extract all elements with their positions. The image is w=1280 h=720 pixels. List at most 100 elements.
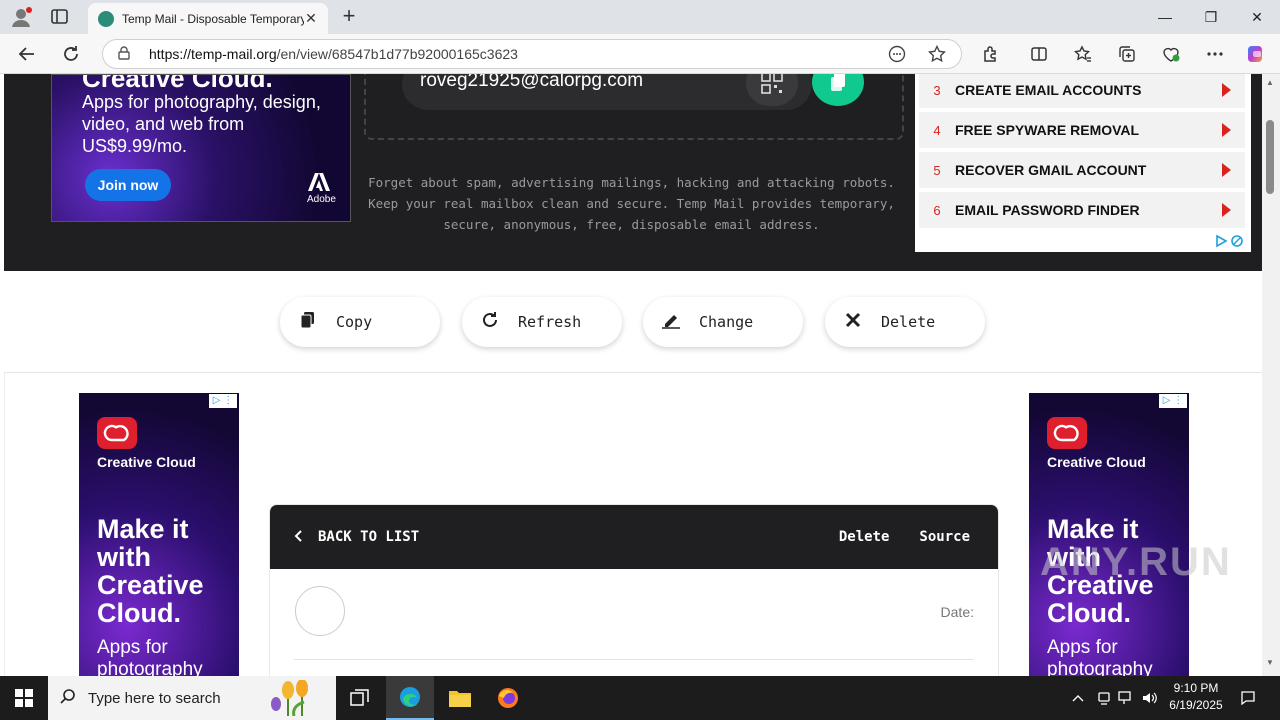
volume-icon[interactable] xyxy=(1138,676,1162,720)
left-side-ad[interactable]: ▷ ⋮ Creative Cloud Make it with Creative… xyxy=(79,393,239,676)
ad-link-item[interactable]: 3 CREATE EMAIL ACCOUNTS xyxy=(919,74,1245,108)
adobe-banner-ad[interactable]: Creative Cloud. Apps for photography, de… xyxy=(51,74,351,222)
ad-item-number: 5 xyxy=(933,162,941,178)
ad-item-label: EMAIL PASSWORD FINDER xyxy=(955,202,1140,218)
refresh-label: Refresh xyxy=(518,313,582,331)
email-address[interactable]: roveg21925@calorpg.com xyxy=(420,74,643,92)
change-button[interactable]: Change xyxy=(643,297,803,347)
tab-title: Temp Mail - Disposable Temporary Email xyxy=(122,11,304,26)
message-delete-link[interactable]: Delete xyxy=(839,529,890,545)
file-explorer-icon[interactable] xyxy=(436,676,484,720)
close-icon xyxy=(825,312,881,333)
minimize-button[interactable]: — xyxy=(1142,0,1188,34)
edge-taskbar-icon[interactable] xyxy=(386,676,434,720)
inbox-area: ▷ ⋮ Creative Cloud Make it with Creative… xyxy=(4,373,1262,676)
refresh-button[interactable]: Refresh xyxy=(462,297,622,347)
action-bar: Copy Refresh Change Delete xyxy=(4,271,1262,373)
close-window-button[interactable]: ✕ xyxy=(1234,0,1280,34)
page-scrollbar[interactable]: ▲ ▼ xyxy=(1262,74,1280,676)
arrow-right-icon xyxy=(1222,83,1231,97)
more-menu-icon[interactable] xyxy=(1200,40,1230,68)
tab-temp-mail[interactable]: Temp Mail - Disposable Temporary Email ✕ xyxy=(88,3,328,34)
clock-date: 6/19/2025 xyxy=(1169,698,1223,712)
side-ad-subtext: Apps for photography xyxy=(97,637,203,676)
site-info-icon[interactable] xyxy=(117,45,137,63)
back-icon[interactable] xyxy=(12,40,42,68)
network-icon[interactable] xyxy=(1114,676,1138,720)
windows-taskbar: Type here to search 9:10 PM 6/19/2025 xyxy=(0,676,1280,720)
scrollbar-thumb[interactable] xyxy=(1266,120,1274,194)
ad-link-item[interactable]: 4 FREE SPYWARE REMOVAL xyxy=(919,112,1245,148)
side-ad-brand: Creative Cloud xyxy=(97,454,196,470)
temp-mail-favicon-icon xyxy=(98,10,114,27)
ad-item-number: 3 xyxy=(933,82,941,98)
extensions-icon[interactable] xyxy=(976,40,1006,68)
arrow-right-icon xyxy=(1222,203,1231,217)
ad-link-item[interactable]: 6 EMAIL PASSWORD FINDER xyxy=(919,192,1245,228)
ad-subtext: Apps for photography, design, video, and… xyxy=(82,92,321,156)
copilot-icon[interactable] xyxy=(1242,40,1272,68)
right-side-ad[interactable]: ▷ ⋮ Creative Cloud Make it with Creative… xyxy=(1029,393,1189,676)
delete-button[interactable]: Delete xyxy=(825,297,985,347)
system-clock[interactable]: 9:10 PM 6/19/2025 xyxy=(1160,680,1232,714)
start-button[interactable] xyxy=(0,676,48,720)
creative-cloud-logo-icon xyxy=(1047,417,1087,449)
tab-strip: Temp Mail - Disposable Temporary Email ✕… xyxy=(0,0,1280,34)
new-tab-button[interactable]: + xyxy=(336,4,362,30)
arrow-right-icon xyxy=(1222,123,1231,137)
favorites-icon[interactable] xyxy=(1068,40,1098,68)
firefox-icon[interactable] xyxy=(484,676,532,720)
hero-description: Forget about spam, advertising mailings,… xyxy=(368,175,895,232)
show-hidden-icons[interactable] xyxy=(1066,676,1090,720)
ad-item-number: 4 xyxy=(933,122,941,138)
search-icon xyxy=(48,688,88,709)
message-header: BACK TO LIST Delete Source xyxy=(270,505,998,569)
ad-item-label: FREE SPYWARE REMOVAL xyxy=(955,122,1140,138)
adchoices-icon[interactable] xyxy=(1215,234,1245,251)
ad-item-label: RECOVER GMAIL ACCOUNT xyxy=(955,162,1147,178)
reader-mode-icon[interactable] xyxy=(882,40,912,68)
adobe-logo-icon: Adobe xyxy=(307,173,336,205)
task-view-icon[interactable] xyxy=(336,676,384,720)
meet-now-icon[interactable] xyxy=(1092,676,1116,720)
favorite-star-icon[interactable] xyxy=(922,40,952,68)
restore-button[interactable]: ❐ xyxy=(1188,0,1234,34)
side-ad-subtext: Apps for photography xyxy=(1047,637,1153,676)
message-view: BACK TO LIST Delete Source Date: xyxy=(269,504,999,676)
refresh-icon xyxy=(462,311,518,334)
reload-icon[interactable] xyxy=(56,40,86,68)
copy-icon xyxy=(280,311,336,334)
ad-link-item[interactable]: 5 RECOVER GMAIL ACCOUNT xyxy=(919,152,1245,188)
adchoices-icon[interactable]: ▷ ⋮ xyxy=(1159,394,1187,408)
arrow-right-icon xyxy=(1222,163,1231,177)
tab-actions-icon[interactable] xyxy=(50,8,70,26)
browser-essentials-icon[interactable] xyxy=(1156,40,1186,68)
ad-item-label: CREATE EMAIL ACCOUNTS xyxy=(955,82,1142,98)
creative-cloud-logo-icon xyxy=(97,417,137,449)
notifications-icon[interactable] xyxy=(1236,676,1260,720)
scroll-up-icon[interactable]: ▲ xyxy=(1266,78,1274,87)
adchoices-icon[interactable]: ▷ ⋮ xyxy=(209,394,237,408)
taskbar-search-box[interactable]: Type here to search xyxy=(48,676,336,720)
divider xyxy=(294,659,974,660)
back-to-list-link[interactable]: BACK TO LIST xyxy=(294,528,839,546)
address-bar[interactable]: https://temp-mail.org/en/view/68547b1d77… xyxy=(102,39,962,69)
scroll-down-icon[interactable]: ▼ xyxy=(1266,658,1274,667)
anyrun-watermark: ANY.RUN xyxy=(1040,540,1232,584)
profile-icon[interactable] xyxy=(10,6,34,28)
url-host: https://temp-mail.org xyxy=(149,46,277,62)
side-ad-headline: Make it with Creative Cloud. xyxy=(97,514,204,628)
tulip-decoration-icon xyxy=(258,679,328,720)
message-source-link[interactable]: Source xyxy=(919,529,970,545)
delete-label: Delete xyxy=(881,313,936,331)
ad-link-list: 3 CREATE EMAIL ACCOUNTS 4 FREE SPYWARE R… xyxy=(915,74,1251,252)
url-path: /en/view/68547b1d77b92000165c3623 xyxy=(276,46,518,62)
copy-button[interactable]: Copy xyxy=(280,297,440,347)
change-label: Change xyxy=(699,313,754,331)
close-tab-icon[interactable]: ✕ xyxy=(304,10,318,27)
page-viewport: Creative Cloud. Apps for photography, de… xyxy=(0,74,1262,676)
split-screen-icon[interactable] xyxy=(1024,40,1054,68)
collections-icon[interactable] xyxy=(1112,40,1142,68)
join-now-button[interactable]: Join now xyxy=(85,169,171,201)
message-date-label: Date: xyxy=(940,604,974,620)
